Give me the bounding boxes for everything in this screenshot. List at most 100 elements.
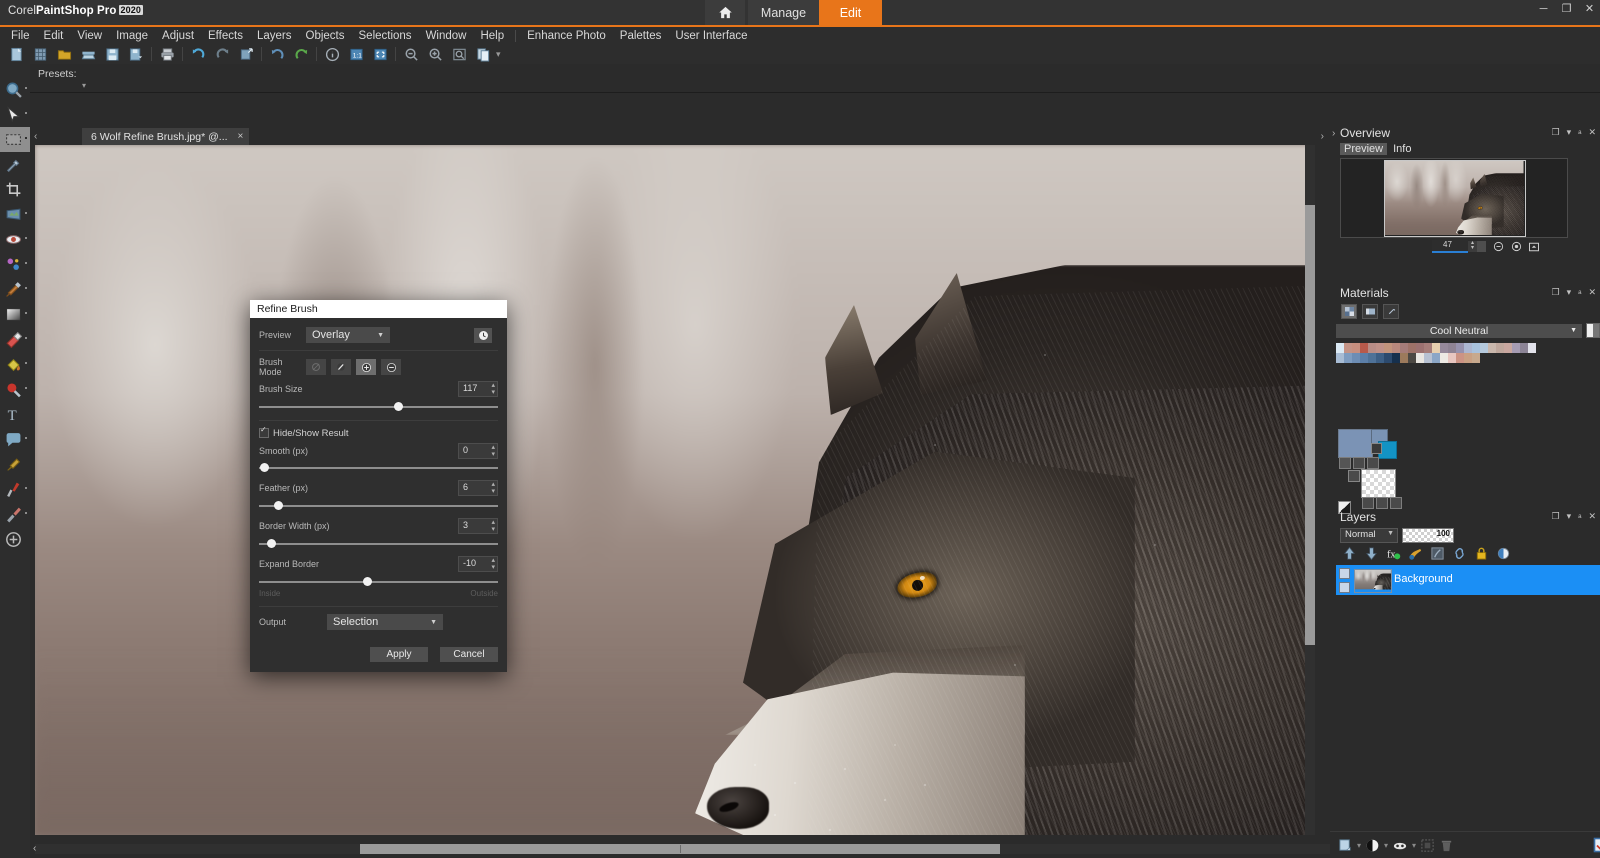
color-swatch[interactable] <box>1344 343 1352 353</box>
zoom-stepper[interactable]: ▴ ▾ <box>1468 240 1477 252</box>
cancel-button[interactable]: Cancel <box>440 647 498 662</box>
duplicate-button[interactable] <box>471 45 495 64</box>
tool-flyout-indicator[interactable] <box>25 87 27 89</box>
brush-mode-add-button[interactable] <box>356 359 376 375</box>
save-as-button[interactable] <box>124 45 148 64</box>
expand-border-slider-knob[interactable] <box>362 577 372 586</box>
overview-thumbnail-box[interactable] <box>1340 158 1568 238</box>
workspace-tab-edit[interactable]: Edit <box>819 0 882 25</box>
hide-show-result-checkbox[interactable] <box>259 425 269 438</box>
canvas-horizontal-scrollbar[interactable]: ‹ <box>33 843 1331 854</box>
border-width-stepper[interactable]: 3 ▴ ▾ <box>458 518 498 534</box>
color-swatch[interactable] <box>1344 353 1352 363</box>
autohide-pin-icon[interactable]: ᵃ <box>1578 128 1581 138</box>
swap-colors-icon[interactable] <box>1371 443 1382 454</box>
clone-brush-tool[interactable] <box>0 277 30 302</box>
color-swatch[interactable] <box>1456 343 1464 353</box>
warp-brush-tool[interactable] <box>0 477 30 502</box>
background-swap-icon[interactable] <box>1348 470 1360 482</box>
fg-pattern-button[interactable] <box>1367 457 1379 469</box>
color-swatch[interactable] <box>1384 343 1392 353</box>
color-swatch[interactable] <box>1448 353 1456 363</box>
brush-size-slider[interactable] <box>259 401 498 413</box>
color-swatch[interactable] <box>1352 353 1360 363</box>
close-icon[interactable]: ✕ <box>1588 287 1596 298</box>
feather-slider[interactable] <box>259 500 498 512</box>
feather-stepper[interactable]: 6 ▴ ▾ <box>458 480 498 496</box>
preview-timer-button[interactable] <box>474 327 492 343</box>
tool-flyout-indicator[interactable] <box>25 237 27 239</box>
stepper-arrows-icon[interactable]: ▴ ▾ <box>491 557 495 571</box>
color-swatch[interactable] <box>1392 343 1400 353</box>
resize-button[interactable] <box>234 45 258 64</box>
brush-mode-refine-button[interactable] <box>306 359 326 375</box>
smooth-slider-knob[interactable] <box>259 463 269 472</box>
menu-item-image[interactable]: Image <box>109 29 155 43</box>
tool-flyout-indicator[interactable] <box>25 487 27 489</box>
maximize-icon[interactable]: ❐ <box>1551 127 1559 138</box>
raise-layer-icon[interactable] <box>1341 545 1358 562</box>
delete-layer-icon[interactable] <box>1439 836 1454 854</box>
bg-pattern-button[interactable] <box>1390 497 1402 509</box>
color-swatch[interactable] <box>1400 343 1408 353</box>
toolbar-overflow-caret[interactable]: ▾ <box>496 49 501 60</box>
stepper-arrows-icon[interactable]: ▴ ▾ <box>491 382 495 396</box>
fullscreen-button[interactable] <box>368 45 392 64</box>
document-tab-close-icon[interactable]: × <box>238 131 244 142</box>
color-swatch[interactable] <box>1440 353 1448 363</box>
overview-viewport-rect[interactable] <box>1384 160 1526 237</box>
menu-item-user-interface[interactable]: User Interface <box>668 29 754 43</box>
color-swatch[interactable] <box>1440 343 1448 353</box>
smooth-slider[interactable] <box>259 462 498 474</box>
workspace-tab-manage[interactable]: Manage <box>748 0 819 25</box>
tab-preview[interactable]: Preview <box>1340 142 1388 155</box>
smooth-stepper[interactable]: 0 ▴ ▾ <box>458 442 498 459</box>
new-raster-layer-icon[interactable] <box>1338 836 1353 854</box>
zoom-out-icon[interactable] <box>1492 241 1504 253</box>
expand-border-stepper[interactable]: -10 ▴ ▾ <box>458 556 498 572</box>
color-swatch[interactable] <box>1472 343 1480 353</box>
new-adjustment-layer-icon[interactable] <box>1365 836 1380 854</box>
color-swatch[interactable] <box>1424 343 1432 353</box>
menu-item-view[interactable]: View <box>70 29 109 43</box>
presets-dropdown-caret[interactable]: ▾ <box>82 81 86 90</box>
new-layer-dropdown-caret[interactable]: ▾ <box>1357 841 1361 850</box>
menu-item-help[interactable]: Help <box>473 29 511 43</box>
color-swatch[interactable] <box>1368 343 1376 353</box>
menu-item-edit[interactable]: Edit <box>37 29 71 43</box>
stepper-arrows-icon[interactable]: ▴ ▾ <box>491 519 495 533</box>
menu-caret-icon[interactable]: ▾ <box>1567 287 1572 298</box>
apply-button[interactable]: Apply <box>370 647 428 662</box>
color-swatch[interactable] <box>1488 343 1496 353</box>
color-swatch[interactable] <box>1472 353 1480 363</box>
tab-scroll-right-icon[interactable]: › <box>1321 131 1324 142</box>
menu-item-layers[interactable]: Layers <box>250 29 299 43</box>
picture-tube-tool[interactable] <box>0 377 30 402</box>
background-transparent-swatch[interactable] <box>1361 469 1396 498</box>
rotate-right-button[interactable] <box>210 45 234 64</box>
fg-gradient-button[interactable] <box>1353 457 1365 469</box>
flood-fill-tool[interactable] <box>0 352 30 377</box>
swatch-row-1[interactable] <box>1336 343 1552 353</box>
zoom-out-button[interactable] <box>399 45 423 64</box>
color-swatch[interactable] <box>1416 353 1424 363</box>
color-swatch[interactable] <box>1352 343 1360 353</box>
border-width-slider-knob[interactable] <box>266 539 276 548</box>
palette-dropdown[interactable]: Cool Neutral ▼ <box>1336 323 1582 338</box>
close-icon[interactable]: ✕ <box>1588 127 1596 138</box>
scanner-button[interactable] <box>76 45 100 64</box>
brush-size-slider-knob[interactable] <box>393 402 403 411</box>
canvas-vertical-scrollbar[interactable] <box>1305 145 1315 835</box>
color-swatch[interactable] <box>1480 343 1488 353</box>
color-swatch[interactable] <box>1464 343 1472 353</box>
preset-shape-tool[interactable] <box>0 427 30 452</box>
fg-color-button[interactable] <box>1339 457 1351 469</box>
color-swatch[interactable] <box>1456 353 1464 363</box>
layer-visibility-icon[interactable] <box>1495 545 1512 562</box>
pan-pick-tool[interactable] <box>0 102 30 127</box>
color-swatch[interactable] <box>1432 353 1440 363</box>
color-swatch[interactable] <box>1520 343 1528 353</box>
zoom-fit-icon[interactable] <box>1510 241 1522 253</box>
menu-item-effects[interactable]: Effects <box>201 29 250 43</box>
close-icon[interactable]: ✕ <box>1588 511 1596 522</box>
